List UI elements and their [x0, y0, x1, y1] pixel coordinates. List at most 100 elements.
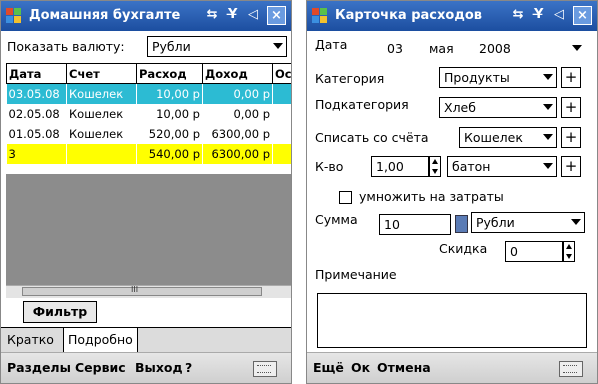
quantity-stepper[interactable]	[429, 156, 441, 177]
total-row: 3 540,00 р 6300,00 р	[6, 144, 291, 164]
multiply-label: умножить на затраты	[359, 189, 504, 204]
cell-income: 0,00 р	[202, 83, 273, 104]
scrollbar-thumb[interactable]: III	[22, 285, 262, 296]
grip-icon: III	[131, 285, 139, 294]
chevron-down-icon	[543, 74, 553, 80]
menu-service[interactable]: Сервис	[75, 360, 126, 375]
cell-account: Кошелек	[66, 124, 137, 144]
note-label: Примечание	[315, 267, 397, 282]
keyboard-icon[interactable]	[559, 361, 583, 377]
currency-select[interactable]: Рубли	[147, 36, 287, 57]
sum-label: Сумма	[315, 212, 358, 227]
chevron-down-icon	[543, 134, 553, 140]
menu-ok[interactable]: Ок	[351, 360, 370, 375]
date-label: Дата	[315, 37, 348, 52]
unit-select[interactable]: батон	[447, 156, 557, 177]
cell-rest	[272, 124, 291, 144]
table-row[interactable]: 02.05.08 Кошелек 10,00 р 0,00 р	[6, 104, 291, 124]
cell-income: 0,00 р	[202, 104, 273, 124]
cell-rest	[272, 144, 291, 164]
chevron-down-icon	[571, 219, 581, 225]
add-account-button[interactable]: +	[561, 127, 581, 148]
cell-rest	[272, 83, 291, 104]
cell-rest	[272, 104, 291, 124]
date-picker[interactable]: 03 мая 2008	[383, 39, 585, 60]
filter-button[interactable]: Фильтр	[23, 301, 97, 323]
close-button[interactable]: ×	[267, 6, 286, 25]
cell-account: Кошелек	[66, 83, 137, 104]
cell-income: 6300,00 р	[202, 124, 273, 144]
cell-expense: 10,00 р	[136, 104, 203, 124]
discount-stepper[interactable]	[563, 241, 575, 262]
column-header-account[interactable]: Счет	[66, 63, 137, 84]
title-bar: Карточка расходов ⇆ Y̶ ◁ ×	[307, 1, 597, 31]
title-bar: Домашняя бухгалте ⇆ Y̶ ◁ ×	[1, 1, 291, 31]
category-value: Продукты	[444, 70, 510, 85]
quantity-label: К-во	[315, 159, 344, 174]
add-unit-button[interactable]: +	[561, 156, 581, 177]
discount-field[interactable]: 0	[505, 241, 563, 262]
menu-bar: Разделы Сервис Выход ?	[1, 352, 291, 383]
column-header-rest[interactable]: Ос	[272, 63, 291, 84]
unit-value: батон	[452, 159, 491, 174]
add-subcategory-button[interactable]: +	[561, 97, 581, 118]
sum-currency-select[interactable]: Рубли	[471, 212, 585, 233]
cell-count: 3	[6, 144, 67, 164]
windows-start-icon[interactable]	[6, 8, 22, 24]
cell-expense: 10,00 р	[136, 83, 203, 104]
chevron-down-icon	[543, 163, 553, 169]
cell-expense-total: 540,00 р	[136, 144, 203, 164]
menu-exit[interactable]: Выход	[135, 360, 183, 375]
menu-sections[interactable]: Разделы	[7, 360, 71, 375]
subcategory-value: Хлеб	[444, 100, 476, 115]
table-empty-area	[6, 174, 291, 286]
tab-bar: Кратко Подробно	[1, 327, 291, 354]
windows-start-icon[interactable]	[312, 8, 328, 24]
status-icons[interactable]: ⇆ Y̶ ◁	[513, 7, 567, 22]
category-label: Категория	[315, 71, 385, 86]
account-label: Списать со счёта	[315, 130, 429, 145]
column-header-date[interactable]: Дата	[6, 63, 67, 84]
subcategory-select[interactable]: Хлеб	[439, 97, 557, 118]
category-select[interactable]: Продукты	[439, 67, 557, 88]
chevron-down-icon	[572, 45, 582, 51]
cell-expense: 520,00 р	[136, 124, 203, 144]
keyboard-icon[interactable]	[253, 361, 277, 377]
account-value: Кошелек	[464, 130, 523, 145]
calculator-icon[interactable]	[455, 215, 468, 233]
close-button[interactable]: ×	[573, 6, 592, 25]
multiply-checkbox[interactable]	[339, 191, 352, 204]
account-select[interactable]: Кошелек	[459, 127, 557, 148]
chevron-down-icon	[273, 43, 283, 49]
currency-label: Показать валюту:	[7, 39, 125, 54]
table-row[interactable]: 01.05.08 Кошелек 520,00 р 6300,00 р	[6, 124, 291, 144]
right-screen: Карточка расходов ⇆ Y̶ ◁ × Дата 03 мая 2…	[306, 0, 598, 384]
table-row[interactable]: 03.05.08 Кошелек 10,00 р 0,00 р	[6, 83, 291, 104]
column-header-income[interactable]: Доход	[202, 63, 273, 84]
chevron-down-icon	[543, 104, 553, 110]
menu-cancel[interactable]: Отмена	[377, 360, 431, 375]
column-header-expense[interactable]: Расход	[136, 63, 203, 84]
horizontal-scrollbar[interactable]: III	[6, 285, 291, 298]
cell-date: 01.05.08	[6, 124, 67, 144]
note-field[interactable]	[317, 293, 587, 348]
menu-bar: Ещё Ок Отмена	[307, 352, 597, 383]
quantity-field[interactable]: 1,00	[371, 156, 429, 177]
sum-field[interactable]: 10	[379, 214, 451, 235]
currency-value: Рубли	[152, 39, 191, 54]
status-icons[interactable]: ⇆ Y̶ ◁	[207, 7, 261, 22]
app-title: Домашняя бухгалте	[29, 8, 181, 23]
form-title: Карточка расходов	[335, 8, 482, 23]
cell-date: 02.05.08	[6, 104, 67, 124]
tab-brief[interactable]: Кратко	[3, 328, 58, 353]
menu-more[interactable]: Ещё	[313, 360, 344, 375]
tab-detailed[interactable]: Подробно	[63, 328, 138, 353]
add-category-button[interactable]: +	[561, 67, 581, 88]
cell-account: Кошелек	[66, 104, 137, 124]
cell-income-total: 6300,00 р	[202, 144, 273, 164]
date-day: 03	[387, 41, 403, 56]
menu-help[interactable]: ?	[185, 360, 192, 375]
subcategory-label: Подкатегория	[315, 97, 409, 112]
date-month: мая	[429, 41, 454, 56]
transactions-table: Дата Счет Расход Доход Ос 03.05.08 Кошел…	[6, 63, 291, 164]
